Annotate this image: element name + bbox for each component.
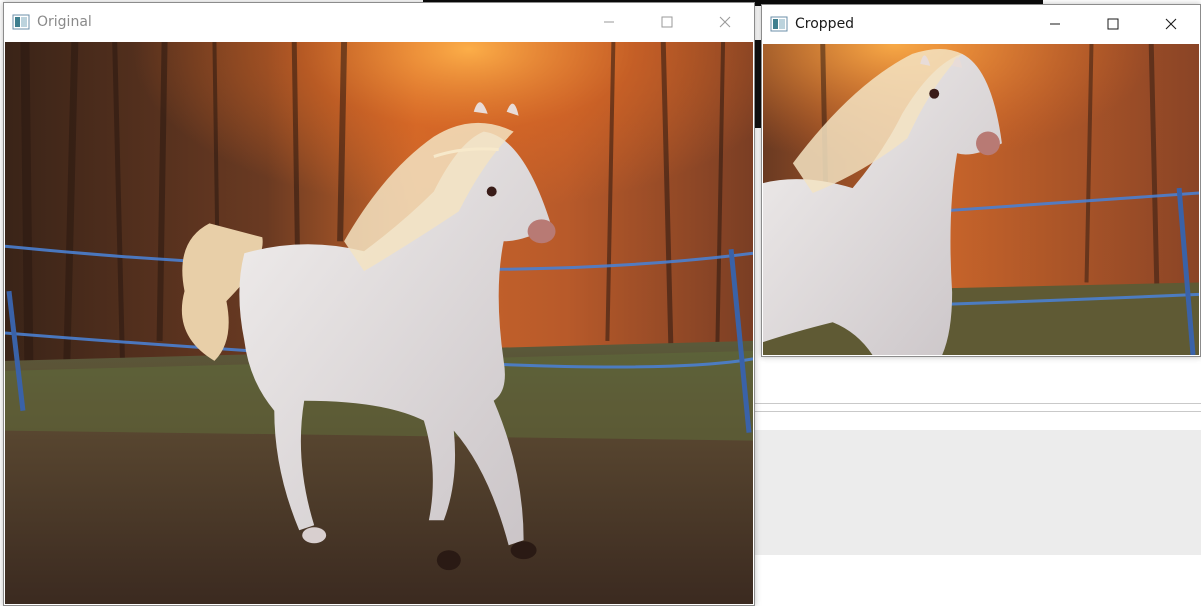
close-icon xyxy=(1165,18,1177,29)
opencv-window-icon xyxy=(770,16,788,32)
maximize-icon xyxy=(1107,18,1119,29)
close-icon xyxy=(719,16,731,27)
close-button[interactable] xyxy=(1142,5,1200,42)
background-divider xyxy=(754,411,1201,412)
minimize-button[interactable] xyxy=(580,3,638,40)
maximize-button[interactable] xyxy=(1084,5,1142,42)
background-gray-area xyxy=(754,430,1201,555)
minimize-icon xyxy=(1050,23,1060,24)
maximize-icon xyxy=(661,16,673,27)
minimize-icon xyxy=(604,21,614,22)
original-image xyxy=(5,42,753,604)
cropped-window[interactable]: Cropped xyxy=(761,4,1201,357)
original-titlebar[interactable]: Original xyxy=(4,3,754,40)
background-divider xyxy=(754,403,1201,404)
opencv-window-icon xyxy=(12,14,30,30)
minimize-button[interactable] xyxy=(1026,5,1084,42)
window-title: Original xyxy=(37,13,92,30)
cropped-titlebar[interactable]: Cropped xyxy=(762,5,1200,42)
window-title: Cropped xyxy=(795,15,855,32)
original-window[interactable]: Original xyxy=(3,2,755,606)
cropped-image xyxy=(763,44,1199,355)
close-button[interactable] xyxy=(696,3,754,40)
maximize-button[interactable] xyxy=(638,3,696,40)
